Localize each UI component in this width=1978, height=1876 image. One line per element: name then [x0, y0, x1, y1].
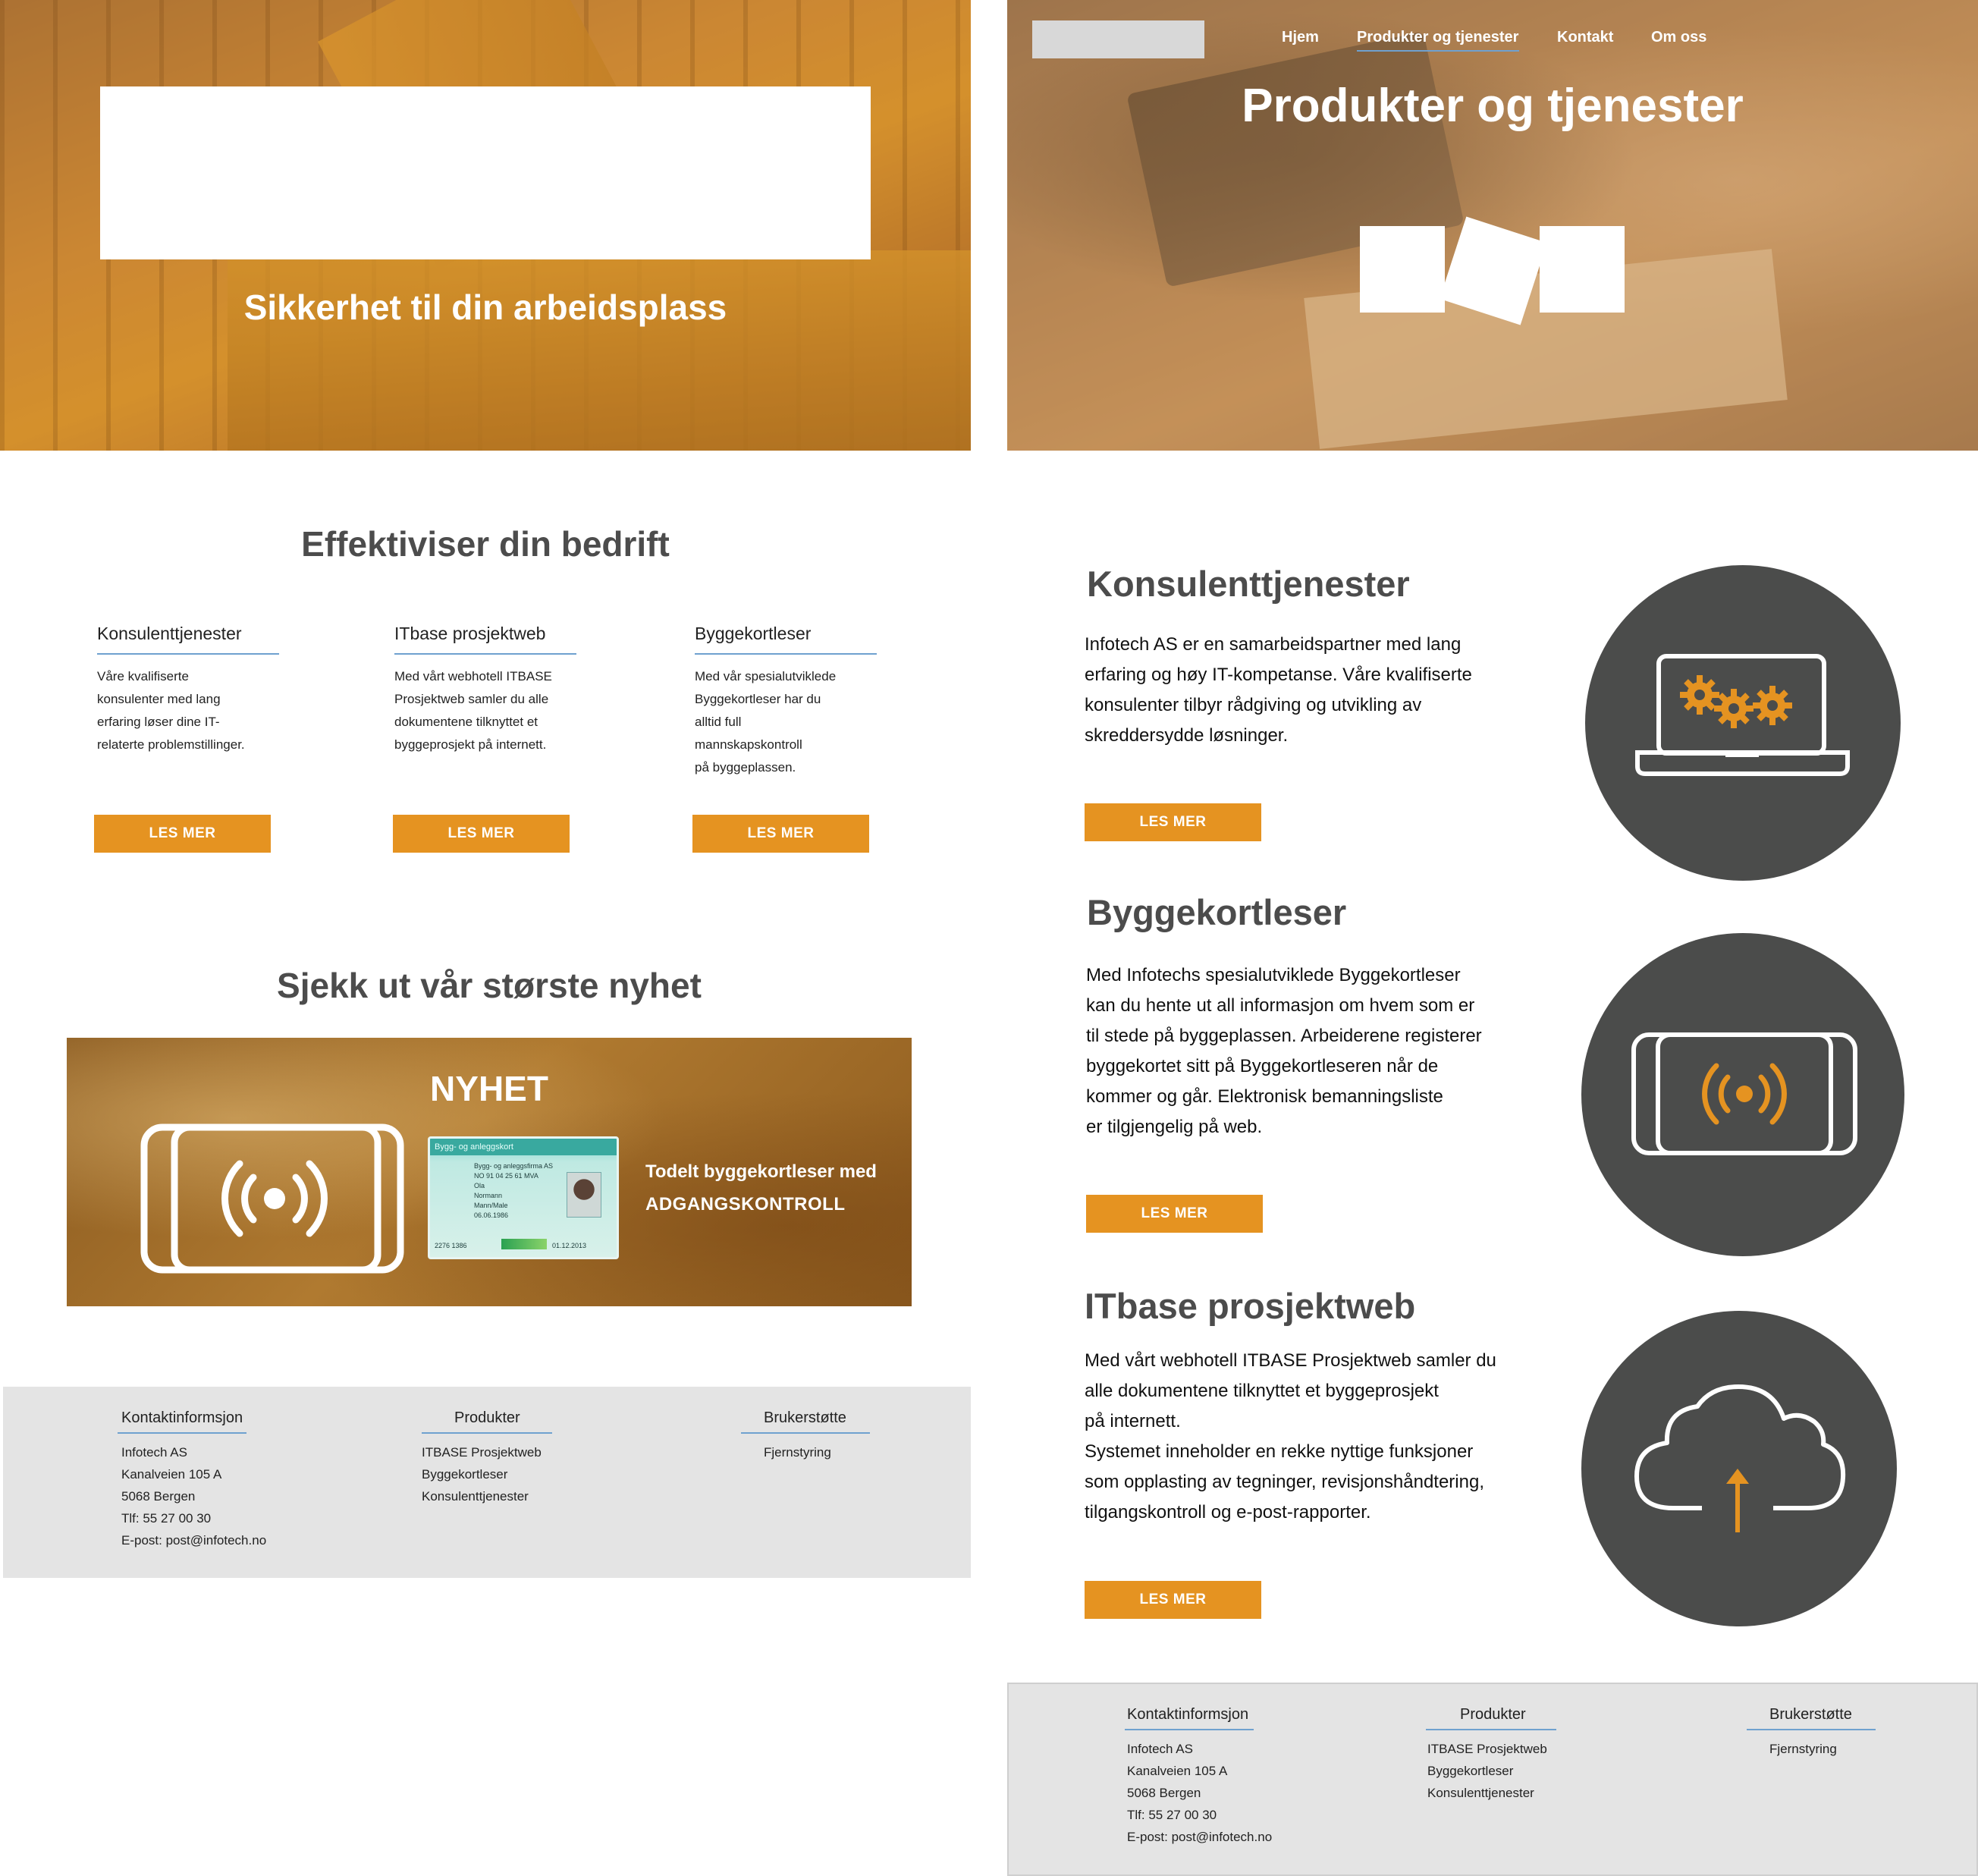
- id-card-photo: [567, 1172, 601, 1218]
- footer-contact-list: Infotech AS Kanalveien 105 A 5068 Bergen…: [121, 1441, 266, 1551]
- service-text-byggekort: Med Infotechs spesialutviklede Byggekort…: [1086, 965, 1482, 1137]
- footer-support-list: Fjernstyring: [1769, 1738, 1837, 1760]
- footer-contact-line: Infotech AS: [1127, 1742, 1193, 1756]
- footer-rule: [422, 1432, 552, 1434]
- les-mer-button-itbase[interactable]: LES MER: [393, 815, 570, 853]
- id-card-company: Bygg- og anleggsfirma AS: [474, 1162, 554, 1170]
- column-text-itbase: Med vårt webhotell ITBASE Prosjektweb sa…: [394, 669, 552, 752]
- footer-rule: [741, 1432, 870, 1434]
- id-card-last: Normann: [474, 1192, 503, 1199]
- nav-kontakt[interactable]: Kontakt: [1557, 29, 1613, 46]
- footer-products-title: Produkter: [454, 1409, 520, 1426]
- id-card-birth: 06.06.1986: [474, 1211, 509, 1219]
- hero-image-placeholder: [1540, 226, 1625, 313]
- hero-title: Sikkerhet til din arbeidsplass: [243, 288, 727, 327]
- footer-rule: [1747, 1729, 1876, 1730]
- service-title-byggekort: Byggekortleser: [1087, 892, 1347, 932]
- footer-support-link[interactable]: Fjernstyring: [1769, 1738, 1837, 1760]
- footer-contact-title: Kontaktinformsjon: [121, 1409, 243, 1426]
- nav-active-indicator: [1357, 50, 1519, 52]
- footer-products-list: ITBASE Prosjektweb Byggekortleser Konsul…: [422, 1441, 542, 1507]
- hero-title-right: Produkter og tjenester: [1242, 80, 1744, 132]
- column-text-konsulent: Våre kvalifiserte konsulenter med lang e…: [97, 669, 245, 752]
- footer-rule: [1125, 1729, 1254, 1730]
- footer-product-link[interactable]: Byggekortleser: [1427, 1760, 1547, 1782]
- id-card-first: Ola: [474, 1182, 485, 1189]
- footer-support-list: Fjernstyring: [764, 1441, 831, 1463]
- footer-support-title: Brukerstøtte: [1769, 1706, 1852, 1723]
- section-title-nyhet: Sjekk ut vår største nyhet: [277, 966, 702, 1005]
- service-text-konsulent: Infotech AS er en samarbeidspartner med …: [1085, 634, 1472, 746]
- column-rule: [394, 653, 576, 655]
- laptop-gears-icon: [1635, 654, 1850, 776]
- service-title-konsulent: Konsulenttjenester: [1087, 564, 1410, 604]
- service-title-itbase: ITbase prosjektweb: [1085, 1286, 1416, 1326]
- column-rule: [695, 653, 877, 655]
- footer-rule: [1426, 1729, 1556, 1730]
- footer-contact-line: Infotech AS: [121, 1445, 187, 1460]
- news-banner[interactable]: NYHET Bygg- og anleggskort Bygg- og anle…: [67, 1038, 912, 1306]
- les-mer-button-konsulent[interactable]: LES MER: [94, 815, 271, 853]
- news-label: NYHET: [430, 1069, 548, 1108]
- id-card-valid: 01.12.2013: [551, 1242, 586, 1249]
- footer-contact-line: Tlf: 55 27 00 30: [121, 1511, 212, 1526]
- footer-products-list: ITBASE Prosjektweb Byggekortleser Konsul…: [1427, 1738, 1547, 1804]
- news-line-2: ADGANGSKONTROLL: [645, 1194, 846, 1215]
- cloud-upload-icon: [1634, 1384, 1846, 1532]
- footer-contact-line: Tlf: 55 27 00 30: [1127, 1808, 1217, 1822]
- id-card-number: 2276 1386: [435, 1242, 467, 1249]
- footer-contact-title: Kontaktinformsjon: [1127, 1706, 1249, 1723]
- les-mer-button-byggekort[interactable]: LES MER: [692, 815, 869, 853]
- logo-placeholder: [100, 86, 871, 259]
- footer-contact-line: Kanalveien 105 A: [1127, 1764, 1228, 1778]
- column-title-konsulent: Konsulenttjenester: [97, 624, 242, 643]
- site-logo[interactable]: [1032, 20, 1204, 58]
- footer-products-title: Produkter: [1460, 1706, 1526, 1723]
- id-card-image: Bygg- og anleggskort Bygg- og anleggsfir…: [428, 1136, 619, 1259]
- service-text-itbase: Med vårt webhotell ITBASE Prosjektweb sa…: [1085, 1350, 1496, 1522]
- nav-produkter[interactable]: Produkter og tjenester: [1357, 29, 1518, 46]
- footer-support-title: Brukerstøtte: [764, 1409, 846, 1426]
- footer-contact-email[interactable]: E-post: post@infotech.no: [1127, 1826, 1272, 1848]
- footer-rule: [118, 1432, 246, 1434]
- column-title-itbase: ITbase prosjektweb: [394, 624, 546, 643]
- column-rule: [97, 653, 279, 655]
- footer-product-link[interactable]: Konsulenttjenester: [1427, 1782, 1547, 1804]
- footer-contact-line: 5068 Bergen: [1127, 1786, 1201, 1800]
- footer-product-link[interactable]: ITBASE Prosjektweb: [422, 1441, 542, 1463]
- footer-product-link[interactable]: Byggekortleser: [422, 1463, 542, 1485]
- footer-contact-line: 5068 Bergen: [121, 1489, 196, 1504]
- news-line-1: Todelt byggekortleser med: [645, 1161, 877, 1182]
- footer-contact-line: Kanalveien 105 A: [121, 1467, 222, 1482]
- nav-om-oss[interactable]: Om oss: [1651, 29, 1706, 46]
- card-reader-icon: [1631, 1032, 1857, 1155]
- card-reader-icon: [140, 1123, 404, 1274]
- column-title-byggekort: Byggekortleser: [695, 624, 812, 643]
- footer-support-link[interactable]: Fjernstyring: [764, 1441, 831, 1463]
- footer-product-link[interactable]: ITBASE Prosjektweb: [1427, 1738, 1547, 1760]
- section-title-effektiviser: Effektiviser din bedrift: [301, 524, 670, 564]
- id-card-gender: Mann/Male: [474, 1202, 508, 1209]
- nav-hjem[interactable]: Hjem: [1282, 29, 1319, 46]
- les-mer-button-konsulent-right[interactable]: LES MER: [1085, 803, 1261, 841]
- id-card-header: Bygg- og anleggskort: [430, 1139, 617, 1155]
- les-mer-button-itbase-right[interactable]: LES MER: [1085, 1581, 1261, 1619]
- footer-contact-email[interactable]: E-post: post@infotech.no: [121, 1529, 266, 1551]
- les-mer-button-byggekort-right[interactable]: LES MER: [1086, 1195, 1263, 1233]
- column-text-byggekort: Med vår spesialutviklede Byggekortleser …: [695, 669, 837, 775]
- hero-image-placeholder: [1360, 226, 1445, 313]
- id-card-logo: [501, 1239, 547, 1249]
- id-card-org: NO 91 04 25 61 MVA: [474, 1172, 538, 1180]
- footer-product-link[interactable]: Konsulenttjenester: [422, 1485, 542, 1507]
- footer-contact-list: Infotech AS Kanalveien 105 A 5068 Bergen…: [1127, 1738, 1272, 1848]
